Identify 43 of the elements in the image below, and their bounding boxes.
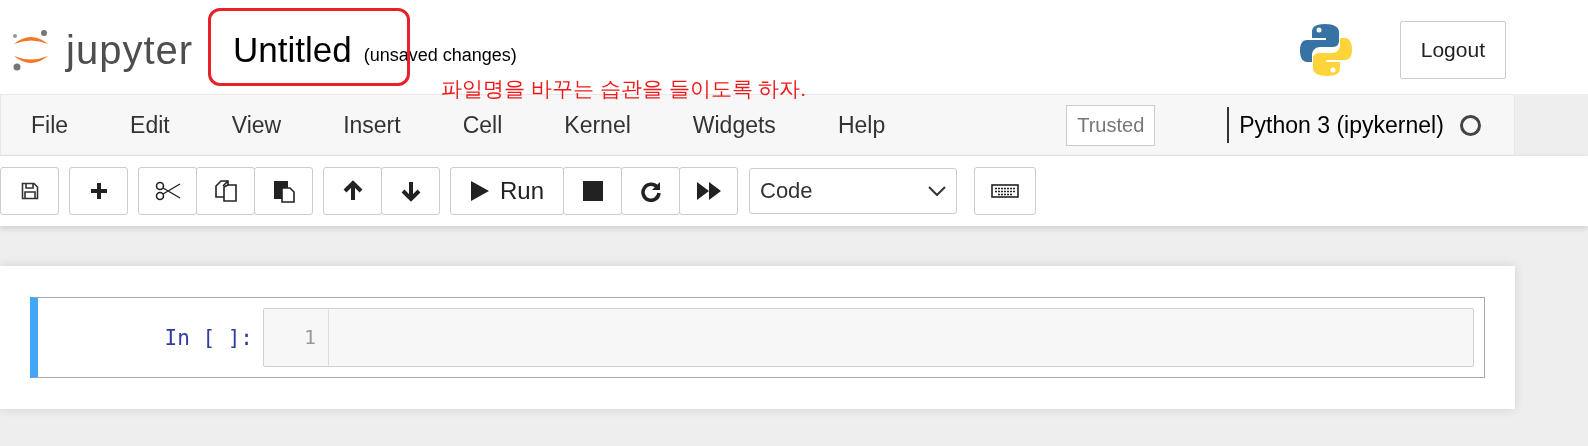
menu-item[interactable]: Help — [806, 111, 917, 139]
save-button[interactable] — [0, 167, 59, 215]
annotation-note: 파일명을 바꾸는 습관을 들이도록 하자. — [441, 76, 807, 102]
paste-icon — [271, 179, 296, 203]
stop-button[interactable] — [563, 167, 622, 215]
cut-button[interactable] — [138, 167, 197, 215]
restart-button[interactable] — [621, 167, 680, 215]
menu-item[interactable]: Edit — [99, 111, 201, 139]
kernel-name: Python 3 (ipykernel) — [1239, 111, 1444, 139]
trusted-indicator[interactable]: Trusted — [1066, 104, 1156, 146]
input-prompt: In [ ]: — [163, 325, 254, 350]
menu-item[interactable]: Cell — [431, 111, 534, 139]
python-logo-icon — [1297, 22, 1354, 78]
fast-forward-icon — [695, 181, 722, 201]
code-cell[interactable]: In [ ]: 1 — [30, 297, 1485, 378]
notebook-name[interactable]: Untitled — [233, 30, 352, 70]
run-all-button[interactable] — [679, 167, 738, 215]
logo-text: jupyter — [66, 27, 194, 73]
play-icon — [470, 180, 490, 202]
keyboard-icon — [991, 184, 1019, 198]
menu-item[interactable]: Insert — [312, 111, 432, 139]
insert-button[interactable] — [69, 167, 128, 215]
menu-item[interactable]: File — [1, 111, 100, 139]
menu-item[interactable]: Widgets — [661, 111, 807, 139]
line-number: 1 — [264, 309, 329, 366]
menu-item[interactable]: Kernel — [533, 111, 662, 139]
menu-item[interactable]: View — [200, 111, 313, 139]
keyboard-button[interactable] — [974, 167, 1036, 215]
down-button[interactable] — [381, 167, 440, 215]
logout-button[interactable]: Logout — [1399, 21, 1506, 79]
copy-icon — [213, 179, 238, 203]
up-arrow-icon — [341, 180, 364, 202]
down-arrow-icon — [399, 180, 422, 202]
up-button[interactable] — [323, 167, 382, 215]
cell-type-dropdown[interactable]: Code — [749, 168, 957, 214]
paste-button[interactable] — [254, 167, 313, 215]
run-button[interactable]: Run — [450, 167, 564, 215]
restart-icon — [639, 180, 662, 202]
chevron-down-icon — [928, 186, 946, 196]
copy-button[interactable] — [196, 167, 255, 215]
stop-icon — [582, 181, 603, 201]
scissors-icon — [154, 181, 181, 201]
plus-icon — [88, 181, 109, 201]
